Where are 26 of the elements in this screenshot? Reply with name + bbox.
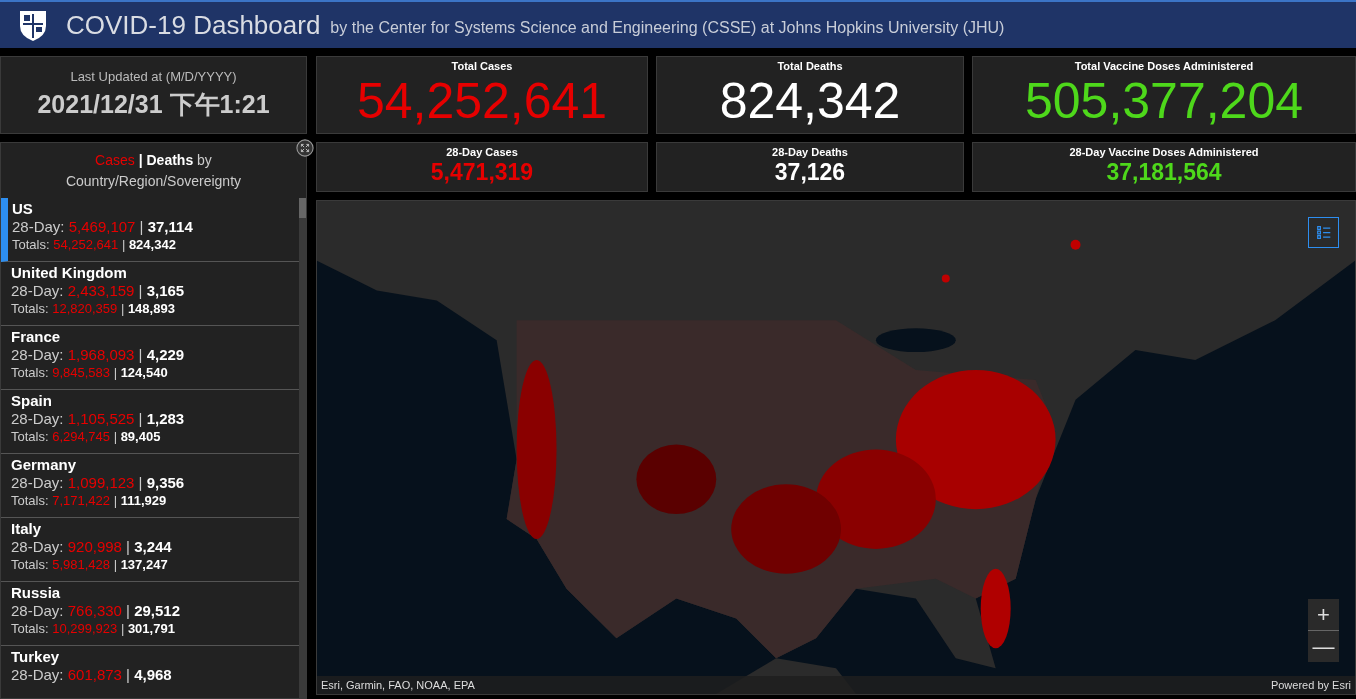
card-label: Total Vaccine Doses Administered xyxy=(1074,60,1254,72)
dashboard-title: COVID-19 Dashboard xyxy=(66,9,321,41)
last-updated-label: Last Updated at (M/D/YYYY) xyxy=(70,69,237,84)
last-updated-value: 2021/12/31 下午1:21 xyxy=(37,89,270,120)
list-title: Cases | Deaths by Country/Region/Sovereignty xyxy=(64,150,243,191)
powered-by-link[interactable]: Powered by Esri xyxy=(1270,679,1351,691)
dashboard-subtitle: by the Center for Systems Science and Engineering (CSSE) at Johns Hopkins University (JHU) xyxy=(330,17,1005,37)
list-icon xyxy=(1314,223,1333,242)
card-label: Total Deaths xyxy=(777,60,843,72)
card-value: 37,181,564 xyxy=(1106,158,1222,186)
card-label: 28-Day Cases xyxy=(446,146,518,158)
card-value: 505,377,204 xyxy=(1024,72,1304,130)
card-label: 28-Day Deaths xyxy=(772,146,848,158)
expand-icon[interactable] xyxy=(296,139,314,157)
attribution-text: Esri, Garmin, FAO, NOAA, EPA xyxy=(321,679,475,691)
zoom-out-button[interactable]: — xyxy=(1308,631,1339,662)
card-value: 54,252,641 xyxy=(356,72,608,130)
card-value: 824,342 xyxy=(719,72,901,130)
shield-logo-icon xyxy=(18,8,48,42)
card-label: 28-Day Vaccine Doses Administered xyxy=(1069,146,1259,158)
card-label: Total Cases xyxy=(451,60,513,72)
zoom-in-button[interactable]: + xyxy=(1308,599,1339,630)
card-value: 37,126 xyxy=(774,158,846,186)
card-value: 5,471,319 xyxy=(430,158,534,186)
legend-list-button[interactable] xyxy=(1308,217,1339,248)
scrollbar[interactable] xyxy=(299,198,306,698)
